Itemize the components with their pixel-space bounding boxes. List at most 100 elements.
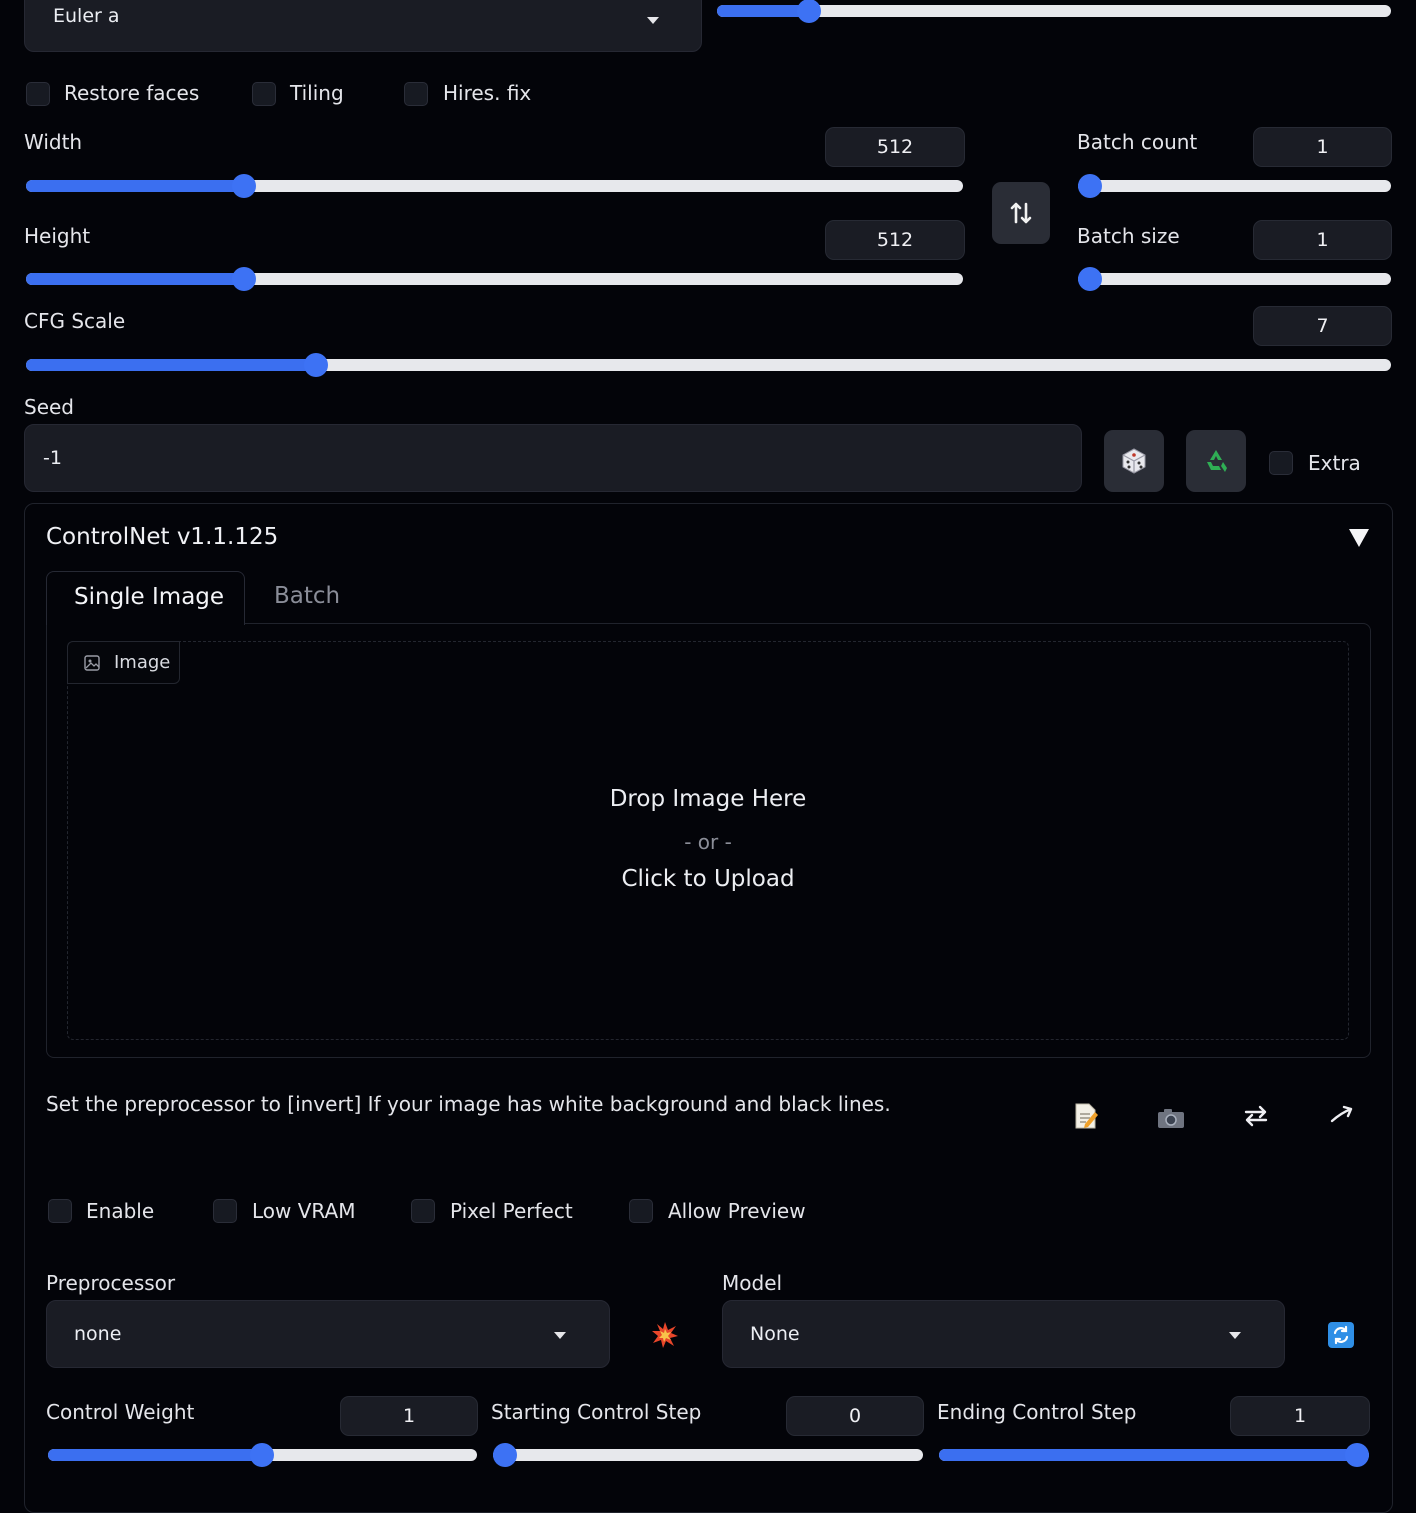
height-slider-fill xyxy=(26,273,244,285)
tab-batch-label: Batch xyxy=(274,583,341,609)
control-weight-slider-fill xyxy=(48,1449,262,1461)
refresh-icon xyxy=(1328,1322,1354,1348)
dice-icon xyxy=(1122,448,1146,474)
reuse-seed-button[interactable] xyxy=(1186,430,1246,492)
recycle-icon xyxy=(1207,450,1227,472)
ending-step-slider-thumb[interactable] xyxy=(1345,1443,1369,1467)
width-input[interactable]: 512 xyxy=(825,127,965,167)
cfg-scale-label: CFG Scale xyxy=(24,309,126,333)
swap-dimensions-icon xyxy=(1010,202,1032,224)
steps-slider-thumb[interactable] xyxy=(797,0,821,23)
collapse-triangle-icon[interactable] xyxy=(1348,528,1370,548)
chevron-down-icon xyxy=(554,1332,566,1339)
refresh-models-button[interactable] xyxy=(1326,1320,1356,1350)
width-slider-thumb[interactable] xyxy=(232,174,256,198)
width-slider-fill xyxy=(26,180,244,192)
ending-step-input[interactable]: 1 xyxy=(1230,1396,1370,1436)
cfg-scale-slider-fill xyxy=(26,359,316,371)
batch-size-input[interactable]: 1 xyxy=(1253,220,1392,260)
width-label: Width xyxy=(24,130,83,154)
batch-size-slider-thumb[interactable] xyxy=(1078,267,1102,291)
tiling-checkbox[interactable] xyxy=(252,82,276,106)
width-slider[interactable] xyxy=(26,174,963,198)
starting-step-slider-thumb[interactable] xyxy=(493,1443,517,1467)
control-weight-slider[interactable] xyxy=(48,1443,477,1467)
preprocessor-hint: Set the preprocessor to [invert] If your… xyxy=(46,1092,891,1116)
webcam-button[interactable] xyxy=(1154,1102,1188,1134)
batch-size-label: Batch size xyxy=(1077,224,1180,248)
height-input[interactable]: 512 xyxy=(825,220,965,260)
open-new-canvas-button[interactable] xyxy=(1070,1100,1102,1132)
steps-slider[interactable] xyxy=(717,0,1391,23)
cfg-scale-slider-thumb[interactable] xyxy=(304,353,328,377)
swap-dimensions-button[interactable] xyxy=(992,182,1050,244)
seed-input[interactable]: -1 xyxy=(24,424,1082,492)
image-drop-zone[interactable]: Drop Image Here - or - Click to Upload xyxy=(67,641,1349,1040)
tiling-label: Tiling xyxy=(290,81,344,105)
batch-size-slider[interactable] xyxy=(1078,267,1391,291)
restore-faces-checkbox[interactable] xyxy=(26,82,50,106)
allow-preview-label: Allow Preview xyxy=(668,1199,806,1223)
height-slider-thumb[interactable] xyxy=(232,267,256,291)
camera-icon xyxy=(1158,1109,1184,1128)
edit-note-icon xyxy=(1075,1103,1098,1129)
ending-step-slider-fill xyxy=(939,1449,1357,1461)
starting-step-slider[interactable] xyxy=(493,1443,923,1467)
pixel-perfect-checkbox[interactable] xyxy=(411,1199,435,1223)
batch-count-slider[interactable] xyxy=(1078,174,1391,198)
steps-slider-fill xyxy=(717,5,809,17)
image-label-chip: Image xyxy=(67,641,180,684)
restore-faces-label: Restore faces xyxy=(64,81,200,105)
control-weight-input[interactable]: 1 xyxy=(340,1396,478,1436)
batch-count-slider-thumb[interactable] xyxy=(1078,174,1102,198)
height-slider[interactable] xyxy=(26,267,963,291)
low-vram-label: Low VRAM xyxy=(252,1199,356,1223)
starting-step-label: Starting Control Step xyxy=(491,1400,702,1424)
low-vram-checkbox[interactable] xyxy=(213,1199,237,1223)
allow-preview-checkbox[interactable] xyxy=(629,1199,653,1223)
height-label: Height xyxy=(24,224,91,248)
enable-checkbox[interactable] xyxy=(48,1199,72,1223)
batch-count-label: Batch count xyxy=(1077,130,1198,154)
tab-single-image-label: Single Image xyxy=(74,584,225,610)
hires-fix-checkbox[interactable] xyxy=(404,82,428,106)
explosion-icon xyxy=(652,1322,678,1348)
pixel-perfect-label: Pixel Perfect xyxy=(450,1199,573,1223)
tab-single-image[interactable]: Single Image xyxy=(46,571,245,625)
cfg-scale-slider[interactable] xyxy=(26,353,1391,377)
extra-seed-checkbox[interactable] xyxy=(1269,451,1293,475)
preprocessor-value: none xyxy=(74,1323,122,1345)
run-preprocessor-button[interactable] xyxy=(648,1318,682,1352)
click-to-upload-text: Click to Upload xyxy=(621,866,795,892)
sampler-value: Euler a xyxy=(53,5,120,27)
batch-count-input[interactable]: 1 xyxy=(1253,127,1392,167)
tab-batch[interactable]: Batch xyxy=(250,571,360,625)
send-arrow-icon xyxy=(1330,1105,1353,1123)
preprocessor-label: Preprocessor xyxy=(46,1271,176,1295)
send-dimensions-button[interactable] xyxy=(1326,1098,1358,1130)
model-select[interactable]: None xyxy=(722,1300,1285,1368)
enable-label: Enable xyxy=(86,1199,155,1223)
chevron-down-icon xyxy=(647,17,659,24)
extra-seed-label: Extra xyxy=(1308,451,1361,475)
drop-image-text: Drop Image Here xyxy=(609,786,807,812)
mirror-webcam-button[interactable] xyxy=(1240,1100,1272,1132)
starting-step-input[interactable]: 0 xyxy=(786,1396,924,1436)
chevron-down-icon xyxy=(1229,1332,1241,1339)
image-label-text: Image xyxy=(114,652,171,673)
seed-value: -1 xyxy=(43,447,62,469)
control-weight-slider-thumb[interactable] xyxy=(250,1443,274,1467)
control-weight-label: Control Weight xyxy=(46,1400,195,1424)
ending-step-slider[interactable] xyxy=(939,1443,1369,1467)
cfg-scale-input[interactable]: 7 xyxy=(1253,306,1392,346)
swap-arrows-icon xyxy=(1244,1105,1268,1127)
image-icon xyxy=(84,655,100,671)
preprocessor-select[interactable]: none xyxy=(46,1300,610,1368)
ending-step-label: Ending Control Step xyxy=(937,1400,1137,1424)
model-value: None xyxy=(750,1323,800,1345)
sampler-select[interactable]: Euler a xyxy=(24,0,702,52)
seed-label: Seed xyxy=(24,395,74,419)
random-seed-button[interactable] xyxy=(1104,430,1164,492)
model-label: Model xyxy=(722,1271,783,1295)
controlnet-title: ControlNet v1.1.125 xyxy=(46,524,279,550)
